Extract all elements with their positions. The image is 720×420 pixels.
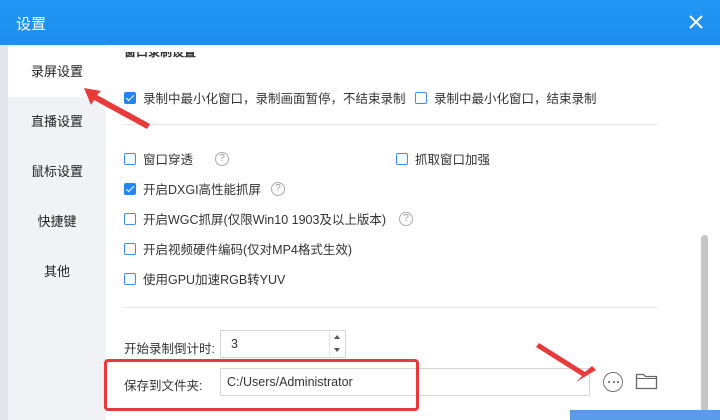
settings-content: 窗口录制设置 录制中最小化窗口，录制画面暂停，不结束录制 录制中最小化窗口，结束… bbox=[106, 45, 720, 420]
sidebar-item-live-settings[interactable]: 直播设置 bbox=[8, 97, 106, 147]
increment-button[interactable] bbox=[330, 331, 345, 344]
more-options-icon bbox=[608, 381, 611, 384]
divider bbox=[124, 124, 657, 125]
more-options-icon-dot bbox=[617, 381, 620, 384]
sidebar-item-label: 录屏设置 bbox=[30, 64, 83, 79]
help-icon[interactable]: ? bbox=[271, 181, 286, 196]
stop-on-minimize-option[interactable]: 录制中最小化窗口，结束录制 bbox=[415, 88, 597, 107]
browse-more-button[interactable] bbox=[603, 372, 623, 392]
capture-enhance-option[interactable]: 抓取窗口加强 bbox=[396, 149, 490, 168]
countdown-input[interactable] bbox=[221, 331, 329, 357]
wgc-option[interactable]: 开启WGC抓屏(仅限Win10 1903及以上版本) ? bbox=[124, 209, 414, 228]
divider bbox=[124, 307, 657, 308]
sidebar: 录屏设置 直播设置 鼠标设置 快捷键 其他 bbox=[0, 45, 106, 420]
option-label: 录制中最小化窗口，结束录制 bbox=[434, 92, 597, 106]
decrement-button[interactable] bbox=[330, 344, 345, 357]
close-button[interactable] bbox=[686, 12, 706, 32]
option-label: 开启视频硬件编码(仅对MP4格式生效) bbox=[143, 243, 353, 257]
scrollbar-thumb[interactable] bbox=[701, 235, 708, 413]
dxgi-checkbox[interactable] bbox=[124, 182, 136, 195]
titlebar: 设置 bbox=[0, 0, 720, 45]
window-title: 设置 bbox=[16, 16, 47, 33]
settings-dialog: 设置 录屏设置 直播设置 鼠标设置 快捷键 其他 窗口录制设置 录制中最小化窗口… bbox=[0, 0, 720, 420]
sidebar-item-label: 直播设置 bbox=[30, 114, 83, 129]
option-label: 使用GPU加速RGB转YUV bbox=[143, 273, 286, 287]
open-folder-button[interactable] bbox=[635, 371, 659, 391]
bottom-strip bbox=[570, 410, 720, 420]
sidebar-item-mouse-settings[interactable]: 鼠标设置 bbox=[8, 147, 106, 197]
stop-on-minimize-checkbox[interactable] bbox=[415, 91, 427, 104]
sidebar-item-other[interactable]: 其他 bbox=[8, 247, 106, 297]
sidebar-item-record-settings[interactable]: 录屏设置 bbox=[8, 47, 106, 97]
sidebar-item-hotkeys[interactable]: 快捷键 bbox=[8, 197, 106, 247]
help-icon[interactable]: ? bbox=[215, 151, 230, 166]
dxgi-option[interactable]: 开启DXGI高性能抓屏 ? bbox=[124, 179, 286, 198]
hardware-encode-checkbox[interactable] bbox=[124, 242, 136, 255]
stepper-buttons bbox=[329, 331, 345, 357]
option-label: 录制中最小化窗口，录制画面暂停，不结束录制 bbox=[143, 92, 406, 106]
countdown-stepper[interactable] bbox=[220, 330, 346, 358]
wgc-checkbox[interactable] bbox=[124, 212, 136, 225]
section-title: 窗口录制设置 bbox=[124, 45, 197, 59]
folder-icon bbox=[635, 373, 658, 390]
option-label: 开启WGC抓屏(仅限Win10 1903及以上版本) bbox=[143, 213, 387, 227]
capture-enhance-checkbox[interactable] bbox=[396, 152, 408, 165]
gpu-rgb-option[interactable]: 使用GPU加速RGB转YUV bbox=[124, 269, 285, 288]
more-options-icon-dot bbox=[612, 381, 615, 384]
window-through-checkbox[interactable] bbox=[124, 152, 136, 165]
save-folder-label: 保存到文件夹: bbox=[124, 379, 203, 393]
sidebar-item-label: 鼠标设置 bbox=[30, 164, 83, 179]
window-through-option[interactable]: 窗口穿透 ? bbox=[124, 149, 230, 168]
pause-on-minimize-option[interactable]: 录制中最小化窗口，录制画面暂停，不结束录制 bbox=[124, 88, 406, 107]
hardware-encode-option[interactable]: 开启视频硬件编码(仅对MP4格式生效) bbox=[124, 239, 352, 258]
help-icon[interactable]: ? bbox=[399, 211, 414, 226]
gpu-rgb-checkbox[interactable] bbox=[124, 272, 136, 285]
option-label: 开启DXGI高性能抓屏 bbox=[143, 183, 262, 197]
sidebar-item-label: 其他 bbox=[43, 264, 70, 279]
option-label: 窗口穿透 bbox=[143, 153, 194, 167]
save-folder-input[interactable] bbox=[220, 368, 590, 396]
option-label: 抓取窗口加强 bbox=[415, 153, 491, 167]
close-icon bbox=[689, 15, 703, 29]
countdown-label: 开始录制倒计时: bbox=[124, 342, 215, 356]
sidebar-item-label: 快捷键 bbox=[37, 214, 77, 229]
pause-on-minimize-checkbox[interactable] bbox=[124, 91, 136, 104]
